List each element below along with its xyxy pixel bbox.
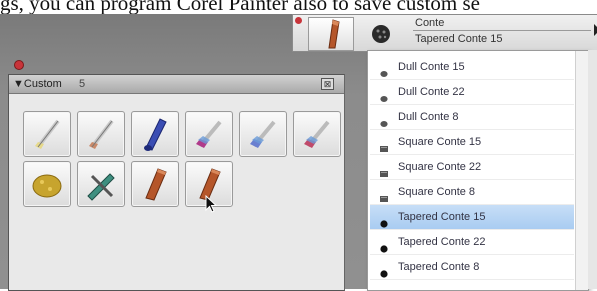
blue-marker-icon [144,118,167,151]
square-dab-icon [380,171,388,177]
variant-item-label: Dull Conte 8 [398,111,459,123]
dull-dab-icon [380,121,388,127]
conte-stick-icon [145,168,167,201]
variant-item[interactable]: Tapered Conte 22 [370,230,574,255]
brush-tile[interactable] [23,161,71,207]
variant-item[interactable]: Dull Conte 8 [370,105,574,130]
variant-item-label: Square Conte 15 [398,136,482,148]
dull-dab-icon [380,96,388,102]
brush-tile[interactable] [77,161,125,207]
article-text: gs, you can program Corel Painter also t… [0,0,480,15]
variant-item-label: Tapered Conte 22 [398,236,486,248]
variant-preview-button[interactable] [365,18,397,50]
square-dab-icon [380,196,388,202]
brush-tile[interactable] [293,111,341,157]
variant-item-label: Tapered Conte 8 [398,261,480,273]
palette-knife-icon [87,173,115,201]
brush-tile[interactable] [185,111,233,157]
brush-tile[interactable] [131,111,179,157]
brush-tile[interactable] [131,161,179,207]
brush-tile[interactable] [77,111,125,157]
brush-tile[interactable] [239,111,287,157]
brush-category-button[interactable] [308,17,354,51]
variant-item-label: Dull Conte 15 [398,61,465,73]
divider [413,30,591,31]
custom-palette: ▼Custom 5 ⊠ [8,74,345,291]
variant-item[interactable]: Square Conte 22 [370,155,574,180]
variant-item-label: Tapered Conte 15 [398,211,486,223]
dull-dab-icon [380,71,388,77]
variant-item-label: Square Conte 8 [398,186,476,198]
variant-item[interactable]: Dull Conte 15 [370,55,574,80]
pencil-brush-icon [35,119,60,149]
variant-item-label: Square Conte 22 [398,161,482,173]
tapered-dab-icon [380,220,388,228]
conte-stick-icon [328,19,340,49]
brush-selector-bar: Conte Tapered Conte 15 [292,14,597,52]
selector-close-icon[interactable] [295,17,302,24]
brush-category-label: Conte [415,17,445,29]
variant-item[interactable]: Square Conte 15 [370,130,574,155]
variant-item-label: Dull Conte 22 [398,86,465,98]
tapered-dab-icon [380,245,388,253]
sponge-icon [32,174,62,198]
brush-tile[interactable] [23,111,71,157]
tapered-dab-icon [380,270,388,278]
panel-edge [588,50,597,289]
palette-close-icon[interactable]: ⊠ [321,78,334,90]
palette-count: 5 [79,78,86,90]
variant-item[interactable]: Tapered Conte 8 [370,255,574,280]
palette-header[interactable]: ▼Custom 5 ⊠ [9,75,344,94]
palette-title: ▼Custom [13,78,62,90]
brush-variant-label: Tapered Conte 15 [415,33,503,45]
scrollbar[interactable] [575,51,588,290]
multicolor-brush-icon [250,120,276,148]
pencil-brush-icon [89,119,114,149]
mouse-cursor-icon [205,195,218,213]
square-dab-icon [380,146,388,152]
variant-dropdown: Dull Conte 15 Dull Conte 22 Dull Conte 8 Sq… [367,50,589,291]
variant-item[interactable]: Square Conte 8 [370,180,574,205]
dab-preview-icon [372,25,390,43]
close-icon[interactable] [14,60,24,70]
variant-item[interactable]: Dull Conte 22 [370,80,574,105]
multicolor-brush-icon [196,120,222,148]
multicolor-brush-icon [304,120,330,148]
variant-item[interactable]: Tapered Conte 15 [370,205,574,230]
